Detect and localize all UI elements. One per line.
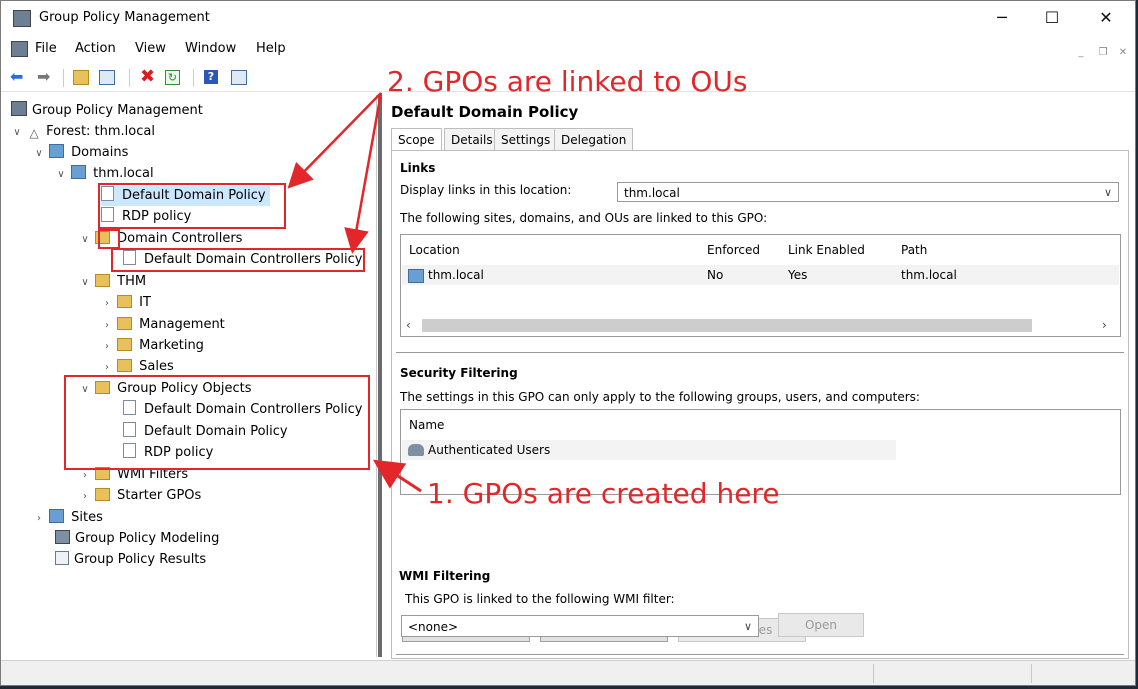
- gpm-window: Group Policy Management ─ ☐ ✕ File Actio…: [0, 0, 1136, 686]
- arrow-to-gpo-container: [372, 459, 422, 493]
- annotation-arrows: [287, 92, 422, 493]
